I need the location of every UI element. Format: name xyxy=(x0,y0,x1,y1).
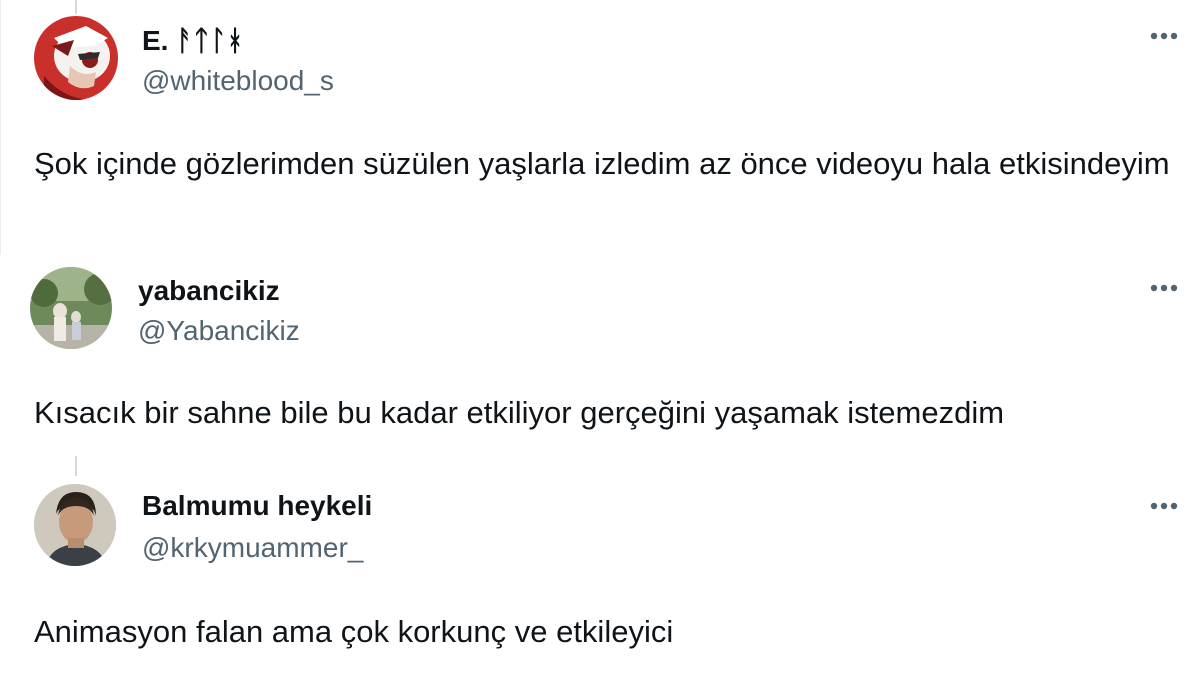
more-options-icon[interactable] xyxy=(1146,24,1182,48)
tweet-text: Kısacık bir sahne bile bu kadar etkiliyo… xyxy=(34,395,1005,430)
tweet-2[interactable]: yabancikiz @Yabancikiz Kısacık bir sahne… xyxy=(0,255,1200,455)
user-handle[interactable]: @Yabancikiz xyxy=(138,314,300,348)
user-handle[interactable]: @krkymuammer_ xyxy=(142,531,363,565)
tweet-3[interactable]: Balmumu heykeli @krkymuammer_ Animasyon … xyxy=(0,476,1200,675)
display-name[interactable]: E. ᚨᛏᛚᚼ xyxy=(142,24,243,58)
person-avatar-icon[interactable] xyxy=(34,484,116,566)
display-name[interactable]: yabancikiz xyxy=(138,274,280,308)
more-options-icon[interactable] xyxy=(1146,494,1182,518)
display-name[interactable]: Balmumu heykeli xyxy=(142,489,372,523)
photo-avatar-icon[interactable] xyxy=(30,267,112,349)
tweet-text: Şok içinde gözlerimden süzülen yaşlarla … xyxy=(34,146,1170,181)
anime-character-avatar-icon[interactable] xyxy=(34,16,118,100)
thread-connector-middle xyxy=(75,456,77,476)
tweet-text: Animasyon falan ama çok korkunç ve etkil… xyxy=(34,614,674,649)
tweet-1[interactable]: E. ᚨᛏᛚᚼ @whiteblood_s Şok içinde gözleri… xyxy=(0,0,1200,255)
user-handle[interactable]: @whiteblood_s xyxy=(142,64,334,98)
more-options-icon[interactable] xyxy=(1146,276,1182,300)
